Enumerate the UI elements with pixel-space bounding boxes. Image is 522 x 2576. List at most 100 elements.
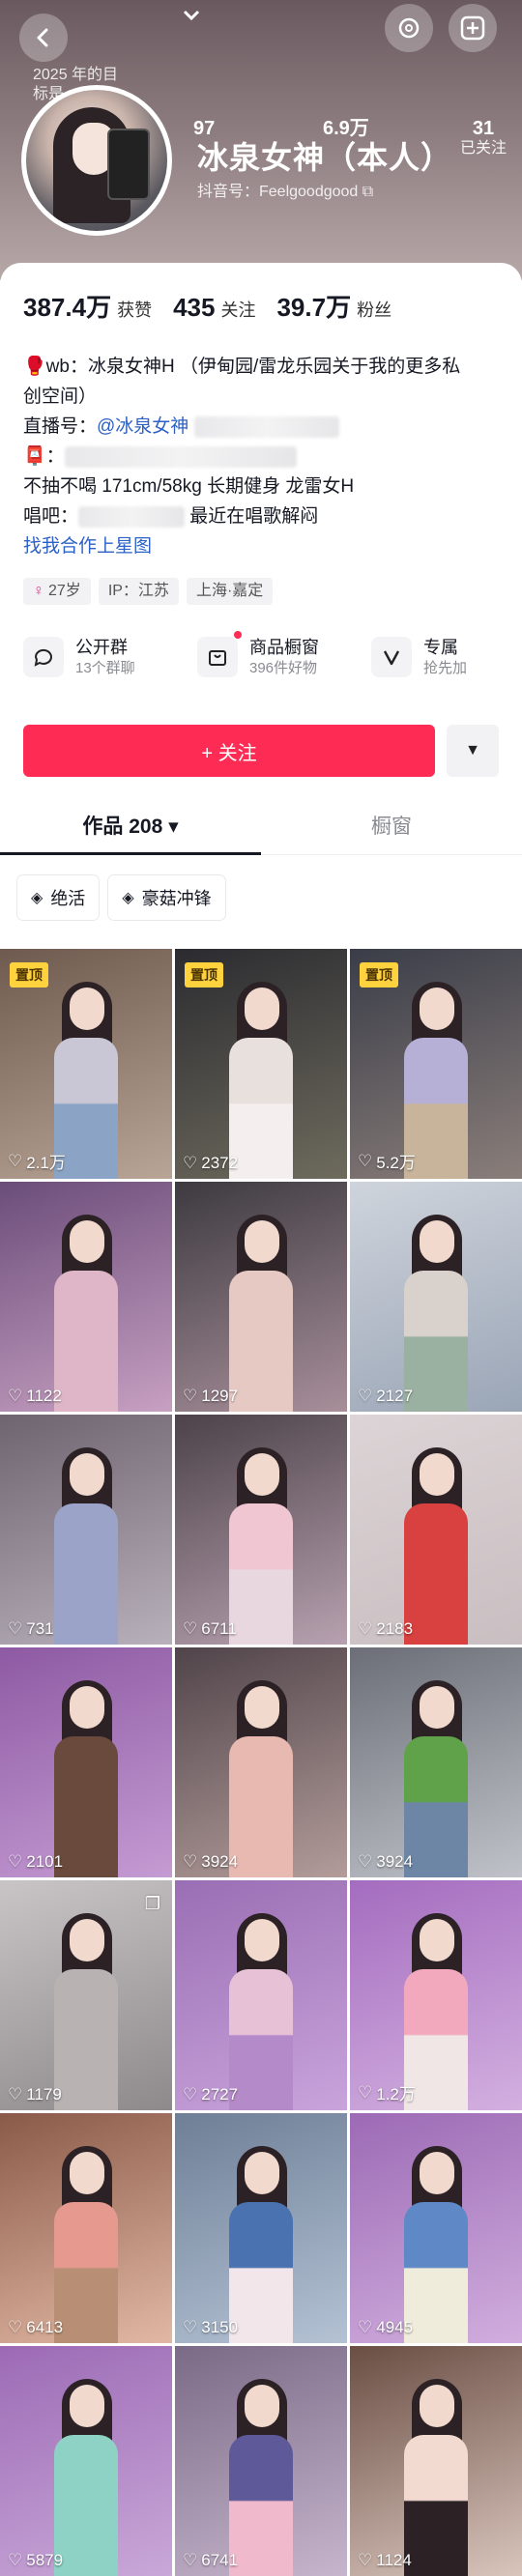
like-count: 1124 xyxy=(376,2551,412,2569)
v-badge-icon xyxy=(371,637,412,677)
video-tile[interactable]: 置顶 ♡ 5.2万 xyxy=(350,949,522,1179)
live-account-link[interactable]: @冰泉女神 xyxy=(97,416,188,437)
pinned-badge: 置顶 xyxy=(360,962,398,987)
like-count: 1122 xyxy=(26,1387,62,1405)
like-count: 2101 xyxy=(26,1852,64,1871)
more-dropdown-button[interactable]: ▼ xyxy=(447,725,499,777)
video-likes: ♡ 731 xyxy=(8,1619,54,1639)
video-tile[interactable]: ♡ 1297 xyxy=(175,1182,347,1412)
video-tile[interactable]: ♡ 731 xyxy=(0,1415,172,1645)
heart-icon: ♡ xyxy=(183,2085,198,2104)
feature-entries: 公开群 13个群聊 商品橱窗 396件好物 专属 抢先加 xyxy=(23,631,522,678)
collections: ◈ 绝活 ◈ 豪菇冲锋 xyxy=(17,875,225,920)
video-thumbnail xyxy=(227,2379,295,2576)
video-tile[interactable]: ♡ 4945 xyxy=(350,2113,522,2343)
avatar[interactable] xyxy=(21,85,172,236)
add-button[interactable] xyxy=(449,4,497,52)
copy-icon[interactable]: ⧉ xyxy=(362,184,373,200)
heart-icon: ♡ xyxy=(8,1151,23,1170)
video-tile[interactable]: ❐ ♡ 1179 xyxy=(0,1880,172,2110)
video-thumbnail xyxy=(402,1447,470,1645)
collection-chip[interactable]: ◈ 豪菇冲锋 xyxy=(108,875,224,920)
video-tile[interactable]: ♡ 5879 xyxy=(0,2346,172,2576)
heart-icon: ♡ xyxy=(358,2551,373,2569)
shop-entry[interactable]: 商品橱窗 396件好物 xyxy=(197,631,371,678)
like-count: 2127 xyxy=(376,1387,414,1405)
video-tile[interactable]: ♡ 3150 xyxy=(175,2113,347,2343)
video-likes: ♡ 1122 xyxy=(8,1387,62,1406)
video-thumbnail xyxy=(402,1215,470,1412)
video-tile[interactable]: ♡ 1124 xyxy=(350,2346,522,2576)
heart-icon: ♡ xyxy=(8,2551,23,2569)
like-count: 1297 xyxy=(201,1387,239,1405)
douyin-id[interactable]: 抖音号：Feelgoodgood ⧉ xyxy=(197,178,373,201)
gallery-icon: ❐ xyxy=(144,1894,160,1913)
heart-icon: ♡ xyxy=(183,1387,198,1405)
profile-stats: 387.4万 获赞 435 关注 39.7万 粉丝 xyxy=(23,288,413,324)
video-likes: ♡ 3924 xyxy=(358,1852,413,1872)
content-tabs: 作品 208 ▾ 橱窗 xyxy=(0,800,522,855)
video-likes: ♡ 5879 xyxy=(8,2551,63,2570)
exclusive-entry[interactable]: 专属 抢先加 xyxy=(371,636,522,678)
video-tile[interactable]: ♡ 6711 xyxy=(175,1415,347,1645)
back-button[interactable] xyxy=(19,14,68,62)
video-likes: ♡ 1297 xyxy=(183,1387,238,1406)
video-likes: ♡ 6413 xyxy=(8,2318,63,2337)
video-likes: ♡ 2101 xyxy=(8,1852,63,1872)
video-thumbnail xyxy=(227,2146,295,2343)
video-tile[interactable]: ♡ 2101 xyxy=(0,1647,172,1877)
video-grid: 置顶 ♡ 2.1万 置顶 ♡ 2372 置顶 ♡ 5.2万 ♡ 1122 ♡ 1297 ♡ 2127 ♡ 731… xyxy=(0,949,522,2576)
bio-mail-line: 📮： xyxy=(23,442,507,472)
video-tile[interactable]: ♡ 6741 xyxy=(175,2346,347,2576)
stat-followers[interactable]: 39.7万 粉丝 xyxy=(276,288,392,324)
video-tile[interactable]: ♡ 6413 xyxy=(0,2113,172,2343)
video-thumbnail xyxy=(227,1913,295,2110)
notification-dot xyxy=(234,631,242,639)
like-count: 1179 xyxy=(26,2085,62,2104)
like-count: 1.2万 xyxy=(376,2085,416,2104)
tab-showcase[interactable]: 橱窗 xyxy=(261,800,522,854)
video-tile[interactable]: ♡ 2127 xyxy=(350,1182,522,1412)
video-tile[interactable]: ♡ 2183 xyxy=(350,1415,522,1645)
video-tile[interactable]: 置顶 ♡ 2372 xyxy=(175,949,347,1179)
location-tag[interactable]: 上海·嘉定 xyxy=(186,578,274,605)
video-thumbnail xyxy=(52,1913,120,2110)
video-thumbnail xyxy=(227,1680,295,1877)
shop-bag-icon xyxy=(197,631,242,677)
profile-card: 387.4万 获赞 435 关注 39.7万 粉丝 🥊wb：冰泉女神H （伊甸园/雷龙… xyxy=(0,263,522,2576)
threads-button[interactable] xyxy=(385,4,433,52)
collab-link[interactable]: 找我合作上星图 xyxy=(23,531,507,561)
heart-icon: ♡ xyxy=(358,2082,373,2102)
video-tile[interactable]: 置顶 ♡ 2.1万 xyxy=(0,949,172,1179)
stat-following[interactable]: 435 关注 xyxy=(173,293,255,323)
chevron-down-icon[interactable] xyxy=(182,8,201,23)
video-tile[interactable]: ♡ 2727 xyxy=(175,1880,347,2110)
video-thumbnail xyxy=(52,1215,120,1412)
bio-live-line: 直播号：@冰泉女神 xyxy=(23,412,507,442)
heart-icon: ♡ xyxy=(358,1619,373,1638)
heart-icon: ♡ xyxy=(183,1852,198,1871)
video-likes: ♡ 4945 xyxy=(358,2318,413,2337)
video-tile[interactable]: ♡ 3924 xyxy=(350,1647,522,1877)
heart-icon: ♡ xyxy=(358,2318,373,2336)
video-tile[interactable]: ♡ 1.2万 xyxy=(350,1880,522,2110)
video-tile[interactable]: ♡ 3924 xyxy=(175,1647,347,1877)
video-thumbnail xyxy=(402,2146,470,2343)
heart-icon: ♡ xyxy=(183,2318,198,2336)
group-chat-entry[interactable]: 公开群 13个群聊 xyxy=(23,636,197,678)
follow-button[interactable]: + 关注 xyxy=(23,725,435,777)
like-count: 2.1万 xyxy=(26,1154,66,1172)
layers-icon: ◈ xyxy=(31,890,44,906)
collection-chip[interactable]: ◈ 绝活 xyxy=(17,875,99,920)
stat-likes[interactable]: 387.4万 获赞 xyxy=(23,288,152,324)
video-likes: ♡ 2127 xyxy=(358,1387,413,1406)
video-tile[interactable]: ♡ 1122 xyxy=(0,1182,172,1412)
profile-tags: ♀ 27岁 IP：江苏 上海·嘉定 xyxy=(23,578,274,605)
pinned-badge: 置顶 xyxy=(10,962,48,987)
like-count: 4945 xyxy=(376,2318,414,2336)
layers-icon: ◈ xyxy=(122,890,134,906)
header-stat-following[interactable]: 31 已关注 xyxy=(460,118,507,158)
heart-icon: ♡ xyxy=(8,1619,23,1638)
tab-works[interactable]: 作品 208 ▾ xyxy=(0,800,261,855)
video-thumbnail xyxy=(227,982,295,1179)
